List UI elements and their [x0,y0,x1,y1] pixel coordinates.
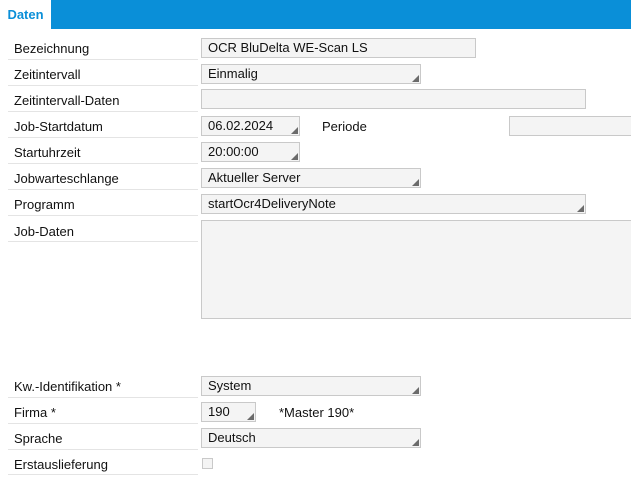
zeitintervall-value: Einmalig [208,66,258,81]
row-divider [8,137,198,138]
zeitintervall-select[interactable]: Einmalig [201,64,421,84]
zeitintervall-daten-label: Zeitintervall-Daten [14,93,120,108]
kw-identifikation-select[interactable]: System [201,376,421,396]
dropdown-corner-icon [412,439,419,446]
bezeichnung-input[interactable]: OCR BluDelta WE-Scan LS [201,38,476,58]
row-divider [8,163,198,164]
row-divider [8,449,198,450]
kw-identifikation-label: Kw.-Identifikation * [14,379,121,394]
row-divider [8,59,198,60]
job-daten-textarea[interactable] [201,220,631,319]
dropdown-corner-icon [291,153,298,160]
dropdown-corner-icon [291,127,298,134]
jobwarteschlange-value: Aktueller Server [208,170,301,185]
programm-select[interactable]: startOcr4DeliveryNote [201,194,586,214]
job-startdatum-value: 06.02.2024 [208,118,274,133]
row-divider [8,241,198,242]
row-divider [8,423,198,424]
row-divider [8,85,198,86]
row-divider [8,474,198,475]
firma-value: 190 [208,404,230,419]
jobwarteschlange-select[interactable]: Aktueller Server [201,168,421,188]
erstauslieferung-label: Erstauslieferung [14,457,108,472]
row-divider [8,111,198,112]
firma-select[interactable]: 190 [201,402,256,422]
startuhrzeit-picker[interactable]: 20:00:00 [201,142,300,162]
periode-label: Periode [322,119,367,134]
startuhrzeit-label: Startuhrzeit [14,145,81,160]
row-divider [8,189,198,190]
row-divider [8,397,198,398]
jobwarteschlange-label: Jobwarteschlange [14,171,119,186]
zeitintervall-daten-input[interactable] [201,89,586,109]
erstauslieferung-checkbox[interactable] [202,458,213,469]
dropdown-corner-icon [412,75,419,82]
periode-input[interactable] [509,116,631,136]
sprache-select[interactable]: Deutsch [201,428,421,448]
sprache-value: Deutsch [208,430,256,445]
zeitintervall-label: Zeitintervall [14,67,81,82]
row-divider [8,215,198,216]
tab-bar: Daten [0,0,631,29]
dropdown-corner-icon [412,179,419,186]
job-startdatum-label: Job-Startdatum [14,119,103,134]
dropdown-corner-icon [412,387,419,394]
programm-label: Programm [14,197,75,212]
bezeichnung-label: Bezeichnung [14,41,90,56]
tab-daten[interactable]: Daten [0,0,51,29]
firma-description: *Master 190* [279,405,355,420]
programm-value: startOcr4DeliveryNote [208,196,336,211]
startuhrzeit-value: 20:00:00 [208,144,259,159]
sprache-label: Sprache [14,431,63,446]
dropdown-corner-icon [247,413,254,420]
dropdown-corner-icon [577,205,584,212]
kw-identifikation-value: System [208,378,252,393]
firma-label: Firma * [14,405,56,420]
job-startdatum-picker[interactable]: 06.02.2024 [201,116,300,136]
job-daten-label: Job-Daten [14,224,74,239]
